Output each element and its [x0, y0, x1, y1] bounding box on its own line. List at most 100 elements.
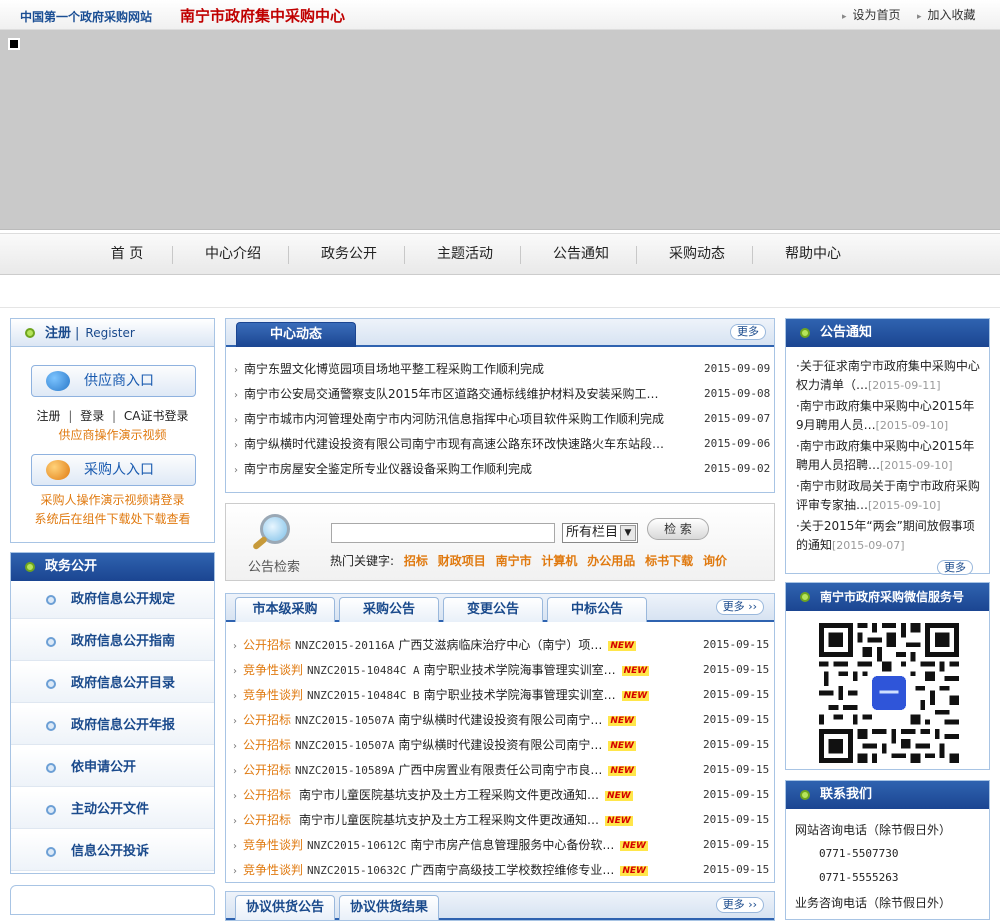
- register-link[interactable]: 注册: [36, 409, 60, 423]
- gov-item[interactable]: 信息公开投诉: [11, 833, 214, 871]
- keyword-link[interactable]: 计算机: [541, 554, 577, 568]
- nav-divider: [404, 246, 405, 264]
- gov-item[interactable]: 主动公开文件: [11, 791, 214, 829]
- more-button[interactable]: 更多: [730, 324, 766, 340]
- procurement-row[interactable]: › 公开招标 NNZC2015-20116A 广西艾滋病临床治疗中心（南宁）项… NEW…: [233, 634, 769, 656]
- search-panel: 公告检索 所有栏目 ▼ 检 索 热门关键字: 招标 财政项目 南宁市 计算机 办…: [225, 503, 775, 581]
- tab-center-news[interactable]: 中心动态: [236, 322, 356, 347]
- notice-item[interactable]: ·关于2015年“两会”期间放假事项的通知[2015-09-07]: [796, 517, 981, 555]
- nav-announcements[interactable]: 公告通知: [523, 234, 639, 274]
- ca-login-link[interactable]: CA证书登录: [124, 409, 189, 423]
- new-badge: NEW: [608, 640, 636, 651]
- procurement-code: NNZC2015-10484C B: [307, 689, 420, 702]
- agreement-tabbar: 协议供货公告 协议供货结果 更多 ››: [226, 892, 774, 920]
- news-row[interactable]: › 南宁东盟文化博览园项目场地平整工程采购工作顺利完成 2015-09-09: [234, 358, 770, 380]
- news-row[interactable]: › 南宁市公安局交通警察支队2015年市区道路交通标线维护材料及安装采购工… 201…: [234, 383, 770, 405]
- left-panel-stub: [10, 885, 215, 915]
- gov-item[interactable]: 政府信息公开年报: [11, 707, 214, 745]
- keyword-link[interactable]: 标书下载: [645, 554, 693, 568]
- procurement-row[interactable]: › 公开招标 NNZC2015-10507A 南宁纵横时代建设投资有限公司南宁… NEW…: [233, 734, 769, 756]
- add-favorite-link[interactable]: ▸ 加入收藏: [917, 6, 976, 23]
- procurement-row[interactable]: › 公开招标 NNZC2015-10507A 南宁纵横时代建设投资有限公司南宁… NEW…: [233, 709, 769, 731]
- arrow-bullet-icon: ›: [233, 791, 237, 802]
- supplier-entry-button[interactable]: 供应商入口: [31, 365, 196, 397]
- new-badge: NEW: [608, 740, 636, 751]
- category-select[interactable]: 所有栏目 ▼: [562, 523, 638, 543]
- phone-number: 0771-5555263: [819, 871, 899, 884]
- tab-city-procurement[interactable]: 市本级采购: [235, 597, 335, 622]
- nav-center-intro[interactable]: 中心介绍: [175, 234, 291, 274]
- circle-bullet-icon: [46, 847, 56, 857]
- nav-gov-affairs[interactable]: 政务公开: [291, 234, 407, 274]
- set-home-link[interactable]: ▸ 设为首页: [842, 6, 901, 23]
- site-name[interactable]: 中国第一个政府采购网站: [20, 8, 152, 25]
- news-row[interactable]: › 南宁市城市内河管理处南宁市内河防汛信息指挥中心项目软件采购工作顺利完成 2015…: [234, 408, 770, 430]
- tab-agreement-notice[interactable]: 协议供货公告: [235, 895, 335, 920]
- notice-item[interactable]: ·南宁市政府集中采购中心2015年9月聘用人员…[2015-09-10]: [796, 397, 981, 435]
- nav-help-center[interactable]: 帮助中心: [755, 234, 871, 274]
- keyword-link[interactable]: 办公用品: [587, 554, 635, 568]
- more-button[interactable]: 更多 ››: [715, 599, 764, 615]
- news-row[interactable]: › 南宁纵横时代建设投资有限公司南宁市现有高速公路东环改快速路火车东站段… 2015…: [234, 433, 770, 455]
- gov-item[interactable]: 政府信息公开目录: [11, 665, 214, 703]
- notice-item[interactable]: ·关于征求南宁市政府集中采购中心权力清单（…[2015-09-11]: [796, 357, 981, 395]
- login-links: 注册 | 登录 | CA证书登录: [36, 409, 189, 423]
- gov-item[interactable]: 依申请公开: [11, 749, 214, 787]
- login-link[interactable]: 登录: [80, 409, 104, 423]
- procurement-row[interactable]: › 公开招标 南宁市儿童医院基坑支护及土方工程采购文件更改通知… NEW 2015-09…: [233, 784, 769, 806]
- procurement-row[interactable]: › 竞争性谈判 NNZC2015-10612C 南宁市房产信息管理服务中心备份软… NE…: [233, 834, 769, 856]
- business-phone-label: 业务咨询电话（除节假日外）: [795, 896, 952, 910]
- nav-procurement-news[interactable]: 采购动态: [639, 234, 755, 274]
- arrow-bullet-icon: ›: [233, 716, 237, 727]
- gov-item[interactable]: 政府信息公开指南: [11, 623, 214, 661]
- more-button[interactable]: 更多: [937, 560, 973, 575]
- arrow-bullet-icon: ›: [233, 641, 237, 652]
- circle-bullet-icon: [46, 763, 56, 773]
- tab-agreement-result[interactable]: 协议供货结果: [339, 895, 439, 920]
- procurement-code: NNZC2015-10507A: [295, 739, 395, 752]
- supplier-video-link[interactable]: 供应商操作演示视频: [11, 426, 214, 443]
- contact-panel: 联系我们 网站咨询电话（除节假日外） 0771-5507730 0771-555…: [785, 780, 990, 920]
- procurement-row[interactable]: › 竞争性谈判 NNZC2015-10484C B 南宁职业技术学院海事管理实训室… N…: [233, 684, 769, 706]
- keyword-link[interactable]: 招标: [404, 554, 428, 568]
- procurement-category: 竞争性谈判: [243, 838, 304, 852]
- more-button[interactable]: 更多 ››: [715, 897, 764, 913]
- center-name: 南宁市政府集中采购中心: [180, 7, 346, 25]
- tab-procurement-notice[interactable]: 采购公告: [339, 597, 439, 622]
- nav-home[interactable]: 首 页: [69, 234, 185, 274]
- search-input[interactable]: [331, 523, 555, 543]
- tab-change-notice[interactable]: 变更公告: [443, 597, 543, 622]
- phone-number: 0771-5507730: [819, 847, 899, 860]
- procurement-date: 2015-09-15: [703, 763, 770, 776]
- sub-bar: [0, 276, 1000, 308]
- notice-item[interactable]: ·南宁市财政局关于南宁市政府采购评审专家抽…[2015-09-10]: [796, 477, 981, 515]
- nav-divider: [636, 246, 637, 264]
- procurement-date: 2015-09-15: [703, 863, 770, 876]
- procurement-date: 2015-09-15: [703, 713, 770, 726]
- bullet-icon: [800, 328, 810, 338]
- notice-item[interactable]: ·南宁市政府集中采购中心2015年聘用人员招聘…[2015-09-10]: [796, 437, 981, 475]
- procurement-title: 广西艾滋病临床治疗中心（南宁）项…: [398, 638, 603, 652]
- procurement-row[interactable]: › 竞争性谈判 NNZC2015-10632C 广西南宁高级技工学校数控维修专业… NE…: [233, 859, 769, 881]
- keyword-link[interactable]: 询价: [703, 554, 727, 568]
- procurement-row[interactable]: › 公开招标 南宁市儿童医院基坑支护及土方工程采购文件更改通知… NEW 2015-09…: [233, 809, 769, 831]
- banner-placeholder: [0, 30, 1000, 230]
- gov-affairs-header: 政务公开: [11, 553, 214, 581]
- buyer-video-note: 采购人操作演示视频请登录 系统后在组件下载处下载查看: [34, 493, 191, 526]
- broken-image-icon: [8, 38, 20, 50]
- keyword-link[interactable]: 财政项目: [438, 554, 486, 568]
- tab-award-notice[interactable]: 中标公告: [547, 597, 647, 622]
- procurement-row[interactable]: › 公开招标 NNZC2015-10589A 广西中房置业有限责任公司南宁市良… NEW…: [233, 759, 769, 781]
- gov-affairs-panel: 政务公开 政府信息公开规定 政府信息公开指南 政府信息公开目录 政府信息公开年报…: [10, 552, 215, 874]
- center-news-panel: 中心动态 更多 › 南宁东盟文化博览园项目场地平整工程采购工作顺利完成 2015-0…: [225, 318, 775, 493]
- procurement-category: 公开招标: [243, 738, 292, 752]
- gov-item[interactable]: 政府信息公开规定: [11, 581, 214, 619]
- wechat-header: 南宁市政府采购微信服务号: [786, 583, 989, 611]
- nav-theme-activities[interactable]: 主题活动: [407, 234, 523, 274]
- procurement-row[interactable]: › 竞争性谈判 NNZC2015-10484C A 南宁职业技术学院海事管理实训室… N…: [233, 659, 769, 681]
- search-button[interactable]: 检 索: [647, 518, 709, 540]
- news-row[interactable]: › 南宁市房屋安全鉴定所专业仪器设备采购工作顺利完成 2015-09-02: [234, 458, 770, 480]
- arrow-bullet-icon: ›: [233, 666, 237, 677]
- keyword-link[interactable]: 南宁市: [496, 554, 532, 568]
- buyer-entry-button[interactable]: 采购人入口: [31, 454, 196, 486]
